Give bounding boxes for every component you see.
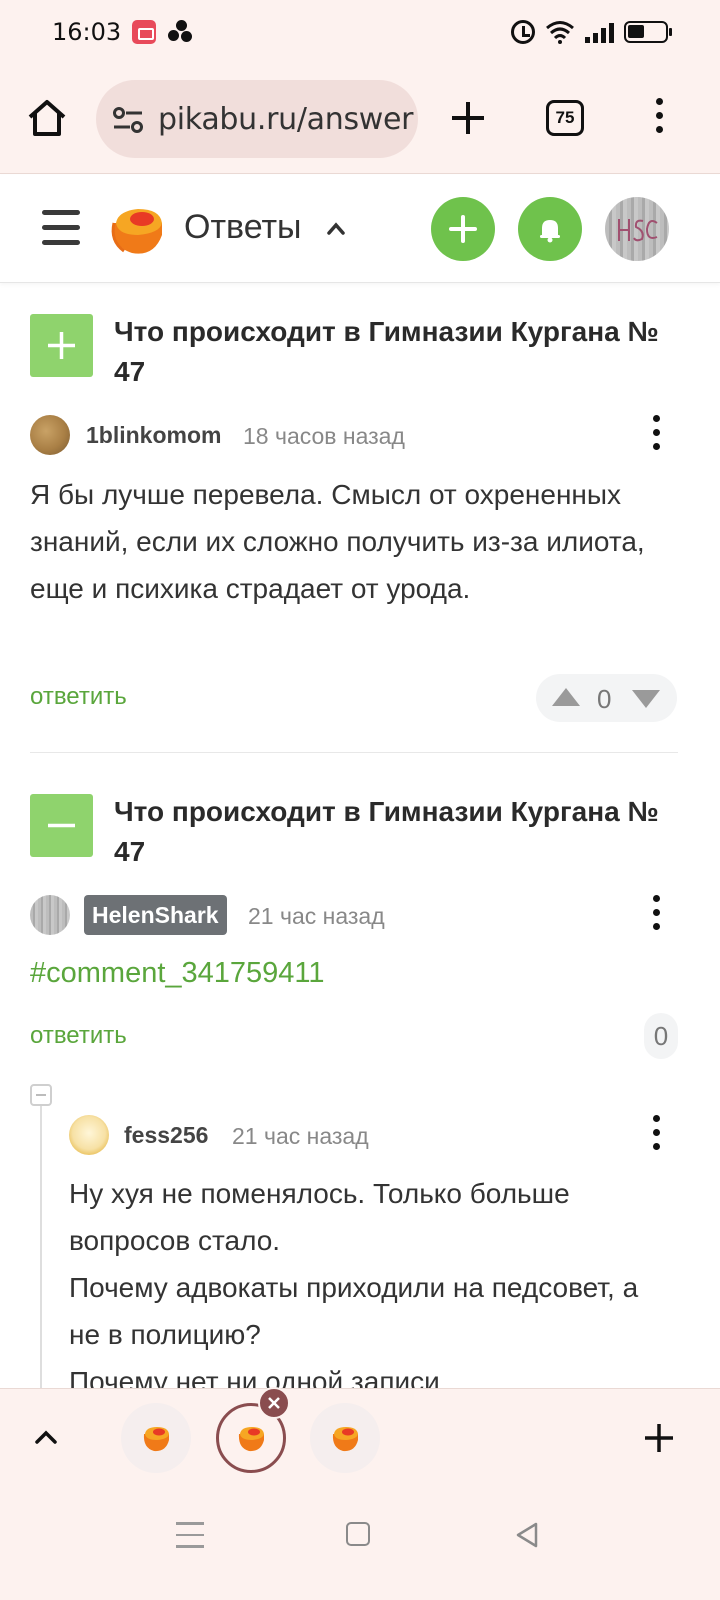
home-nav-icon[interactable]: [346, 1522, 370, 1546]
pikabu-favicon: [143, 1427, 169, 1452]
url-text: pikabu.ru/answer: [158, 102, 414, 137]
app-notification-icon: [168, 20, 194, 44]
comment-text: Я бы лучше перевела. Смысл от охрененных…: [30, 479, 645, 604]
comment-text-line: Почему нет ни одной записи: [69, 1366, 440, 1388]
hamburger-icon[interactable]: [42, 210, 80, 246]
kebab-icon[interactable]: [652, 1115, 660, 1157]
comment-time[interactable]: 18 часов назад: [243, 423, 405, 450]
alarm-icon: [511, 20, 535, 44]
bell-icon: [540, 220, 560, 243]
browser-tab[interactable]: [121, 1403, 191, 1473]
close-tab-button[interactable]: [258, 1387, 290, 1419]
rating-control: 0: [536, 674, 677, 722]
comment-author[interactable]: 1blinkomom: [86, 422, 221, 449]
kebab-icon[interactable]: [652, 415, 660, 457]
comments-feed: Что происходит в Гимназии Кургана № 47 1…: [0, 284, 720, 1388]
comment-text: Ну хуя не поменялось. Только больше вопр…: [69, 1170, 659, 1388]
back-icon[interactable]: [514, 1521, 540, 1549]
plus-icon: [48, 332, 75, 359]
battery-icon: [624, 21, 672, 43]
notifications-button[interactable]: [518, 197, 582, 261]
new-tab-plus-icon[interactable]: [450, 100, 486, 136]
avatar[interactable]: [30, 895, 70, 935]
avatar-monogram: [618, 219, 658, 242]
browser-tab[interactable]: [310, 1403, 380, 1473]
status-time: 16:03: [52, 18, 122, 46]
comment-meta: HelenShark 21 час назад: [30, 895, 680, 935]
pikabu-favicon: [332, 1427, 358, 1452]
chevron-up-icon[interactable]: [34, 1425, 58, 1449]
section-title[interactable]: Ответы: [184, 208, 302, 247]
new-tab-plus-icon[interactable]: [642, 1421, 676, 1455]
system-nav-bar: [0, 1488, 720, 1600]
pikabu-logo[interactable]: [108, 201, 166, 259]
comment-author[interactable]: fess256: [124, 1122, 208, 1149]
thread-line[interactable]: [40, 1104, 42, 1388]
chevron-up-icon[interactable]: [326, 219, 346, 239]
comment-text-line: Ну хуя не поменялось. Только больше вопр…: [69, 1178, 570, 1256]
browser-toolbar: pikabu.ru/answer 75: [0, 64, 720, 174]
comment-time[interactable]: 21 час назад: [232, 1123, 369, 1150]
rating-value: 0: [644, 1013, 678, 1059]
address-bar[interactable]: pikabu.ru/answer: [96, 80, 418, 158]
comment-meta: 1blinkomom 18 часов назад: [30, 415, 680, 455]
thread-title[interactable]: Что происходит в Гимназии Кургана № 47: [114, 312, 674, 392]
browser-menu-icon[interactable]: [652, 98, 666, 138]
comment-meta: fess256 21 час назад: [69, 1115, 680, 1155]
recents-icon[interactable]: [176, 1522, 204, 1548]
kebab-icon[interactable]: [652, 895, 660, 937]
screen-record-icon: [132, 20, 156, 44]
status-bar: 16:03: [0, 0, 720, 64]
pikabu-favicon: [238, 1427, 264, 1452]
expand-thread-button[interactable]: [30, 314, 93, 377]
thread-title[interactable]: Что происходит в Гимназии Кургана № 47: [114, 792, 674, 872]
minus-icon: [48, 823, 75, 828]
signal-icon: [585, 21, 614, 43]
site-settings-icon[interactable]: [112, 106, 144, 134]
rating-value: 0: [597, 684, 612, 714]
plus-icon: [449, 215, 477, 243]
comment-time[interactable]: 21 час назад: [248, 903, 385, 930]
comment-author-badge[interactable]: HelenShark: [84, 895, 227, 935]
comment-link[interactable]: #comment_341759411: [30, 957, 325, 990]
site-header: Ответы: [0, 175, 720, 283]
comment-text-line: Почему адвокаты приходили на педсовет, а…: [69, 1272, 639, 1350]
close-icon: [268, 1397, 280, 1409]
arrow-up-icon[interactable]: [552, 688, 580, 706]
home-icon[interactable]: [26, 98, 68, 138]
reply-link[interactable]: ответить: [30, 683, 127, 711]
tab-strip: [0, 1387, 720, 1488]
tab-switcher-icon[interactable]: 75: [546, 100, 584, 136]
add-post-button[interactable]: [431, 197, 495, 261]
status-icons: [511, 18, 672, 46]
avatar[interactable]: [30, 415, 70, 455]
reply-link[interactable]: ответить: [30, 1022, 127, 1050]
collapse-thread-button[interactable]: [30, 794, 93, 857]
wifi-icon: [546, 21, 574, 44]
collapse-branch-button[interactable]: [30, 1084, 52, 1106]
avatar[interactable]: [69, 1115, 109, 1155]
user-avatar[interactable]: [605, 197, 669, 261]
arrow-down-icon[interactable]: [632, 690, 660, 708]
divider: [30, 752, 678, 753]
